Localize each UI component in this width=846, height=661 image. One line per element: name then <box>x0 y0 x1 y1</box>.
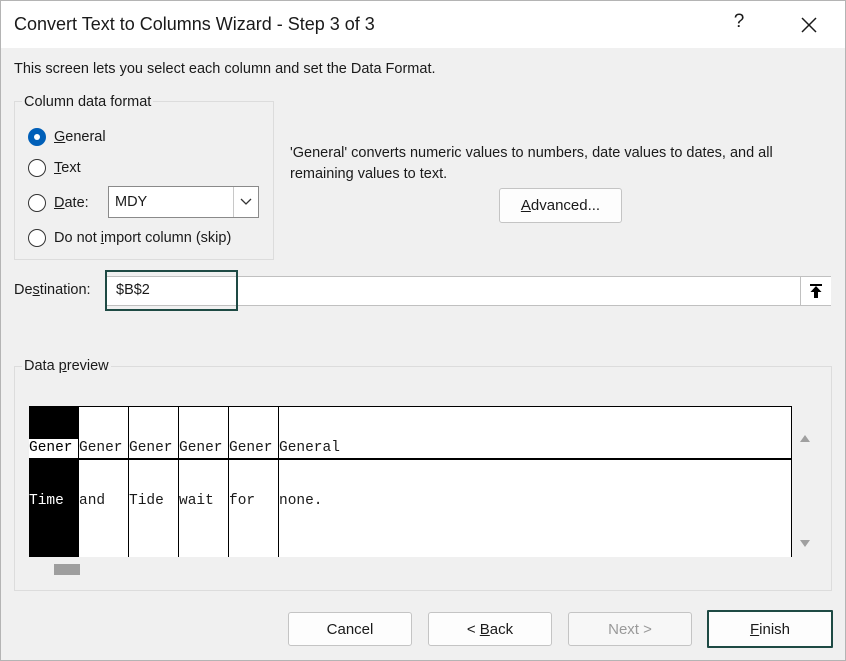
close-button[interactable] <box>795 11 823 39</box>
preview-column-header: Gener <box>229 439 278 460</box>
help-button[interactable]: ? <box>728 11 750 37</box>
upload-arrow-icon <box>810 284 822 298</box>
preview-cell: for <box>229 493 256 509</box>
preview-column-header: Gener <box>79 439 128 460</box>
scroll-down-button[interactable] <box>798 537 812 549</box>
preview-cell: none. <box>279 493 323 509</box>
horizontal-scrollbar-thumb[interactable] <box>54 564 80 575</box>
intro-text: This screen lets you select each column … <box>14 61 436 77</box>
back-button-label: ack <box>489 620 514 638</box>
preview-column-1[interactable]: Gener Time <box>29 407 79 557</box>
preview-column-2[interactable]: Gener and <box>79 407 129 557</box>
date-format-value: MDY <box>115 194 148 210</box>
preview-cell: Time <box>29 493 64 509</box>
advanced-button-key: A <box>520 197 531 214</box>
column-data-format-title: Column data format <box>22 94 154 110</box>
preview-column-4[interactable]: Gener wait <box>179 407 229 557</box>
finish-button[interactable]: Finish <box>707 610 833 648</box>
finish-button-label: inish <box>759 620 791 638</box>
destination-value: $B$2 <box>116 282 150 298</box>
preview-column-6[interactable]: General none. <box>279 407 792 557</box>
text-to-columns-dialog: Convert Text to Columns Wizard - Step 3 … <box>0 0 846 661</box>
preview-cell: and <box>79 493 106 509</box>
preview-column-3[interactable]: Gener Tide <box>129 407 179 557</box>
dialog-title: Convert Text to Columns Wizard - Step 3 … <box>14 14 375 34</box>
advanced-button-label: dvanced... <box>530 197 601 214</box>
format-description: 'General' converts numeric values to num… <box>290 145 773 182</box>
back-button-key: B <box>479 620 490 638</box>
radio-text[interactable]: Text <box>28 157 81 179</box>
radio-date-label: Date: <box>54 195 89 211</box>
title-bar: Convert Text to Columns Wizard - Step 3 … <box>1 1 845 48</box>
back-button-prefix: < <box>466 620 480 638</box>
date-format-select[interactable]: MDY <box>108 186 259 218</box>
radio-general[interactable]: General <box>28 126 106 148</box>
finish-button-key: F <box>749 620 760 638</box>
scroll-up-button[interactable] <box>798 432 812 444</box>
triangle-up-icon <box>800 434 810 442</box>
close-icon <box>801 17 817 33</box>
radio-general-label: General <box>54 129 106 145</box>
destination-label: Destination: <box>14 282 91 298</box>
preview-column-5[interactable]: Gener for <box>229 407 279 557</box>
next-button[interactable]: Next > <box>568 612 692 646</box>
preview-column-header: Gener <box>129 439 178 460</box>
collapse-dialog-button[interactable] <box>800 277 831 305</box>
radio-date-indicator[interactable] <box>28 194 46 212</box>
radio-skip-indicator[interactable] <box>28 229 46 247</box>
preview-column-header: Gener <box>29 439 78 460</box>
preview-cell: wait <box>179 493 214 509</box>
radio-skip-label: Do not import column (skip) <box>54 230 232 246</box>
advanced-button[interactable]: Advanced... <box>499 188 622 223</box>
preview-cell: Tide <box>129 493 164 509</box>
chevron-down-icon[interactable] <box>233 187 258 217</box>
radio-general-indicator[interactable] <box>28 128 46 146</box>
preview-column-header: General <box>279 439 791 460</box>
data-preview-title: Data preview <box>22 358 111 374</box>
preview-column-header: Gener <box>179 439 228 460</box>
data-preview-grid: Gener Time Gener and Gener Tide Gener wa… <box>29 406 792 557</box>
back-button[interactable]: < Back <box>428 612 552 646</box>
radio-text-indicator[interactable] <box>28 159 46 177</box>
radio-skip[interactable]: Do not import column (skip) <box>28 227 231 249</box>
cancel-button[interactable]: Cancel <box>288 612 412 646</box>
radio-text-label: Text <box>54 160 81 176</box>
radio-date[interactable]: Date: <box>28 192 89 214</box>
triangle-down-icon <box>800 539 810 547</box>
